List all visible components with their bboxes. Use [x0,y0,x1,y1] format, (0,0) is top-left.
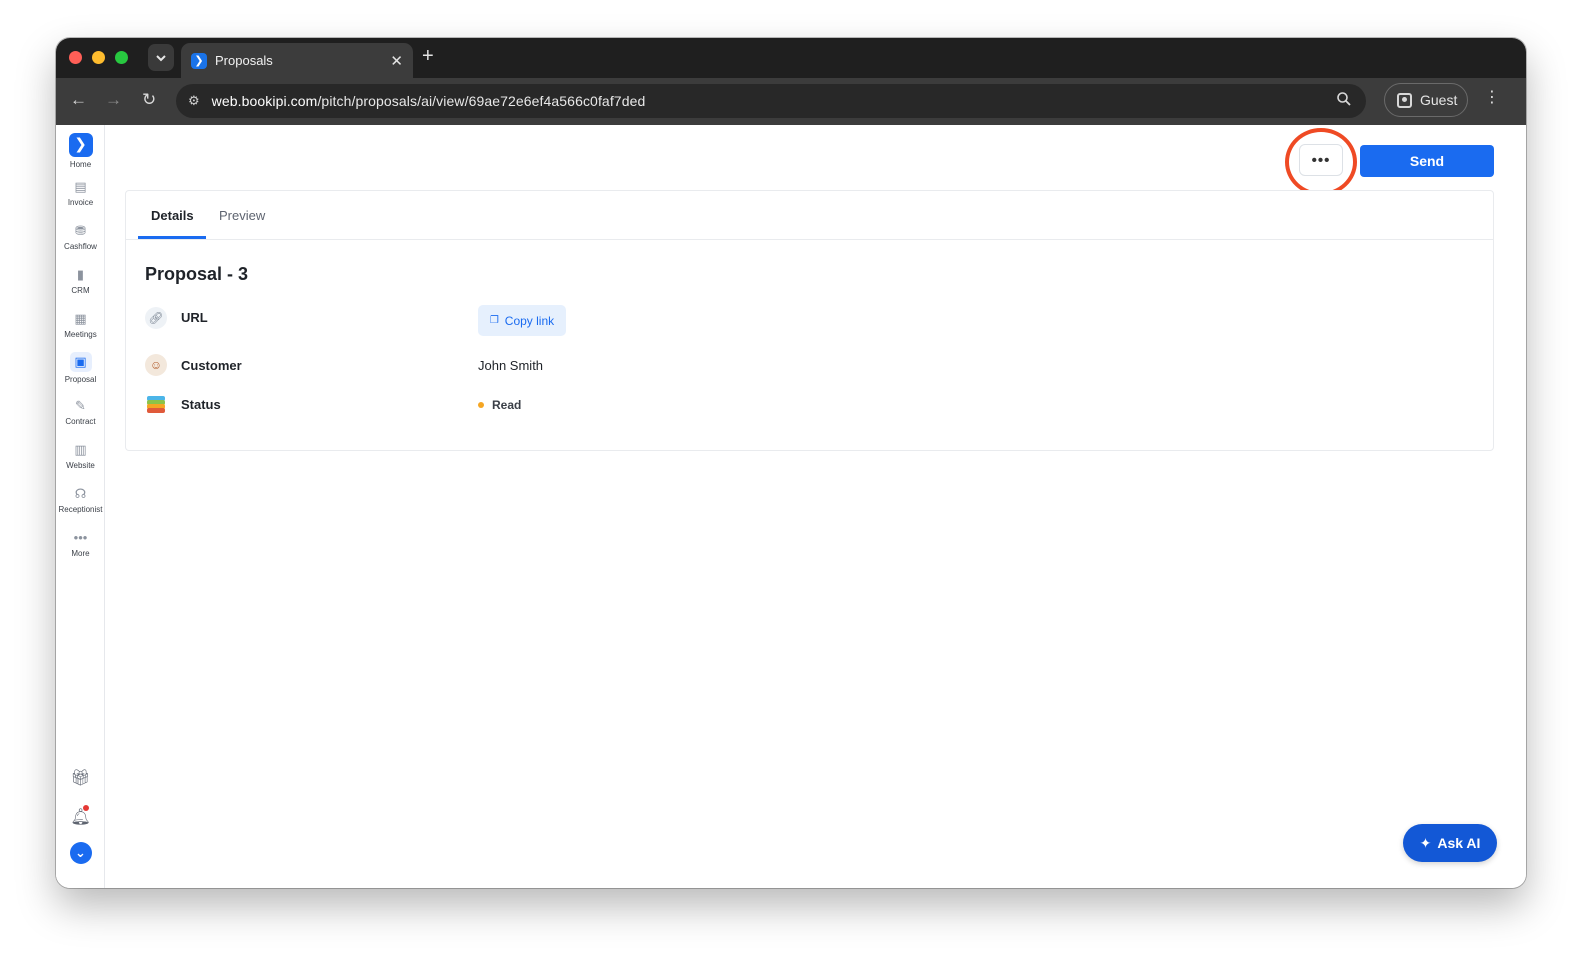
send-button[interactable]: Send [1360,145,1494,177]
tab-title: Proposals [215,53,273,68]
tab-preview[interactable]: Preview [219,208,265,223]
sidebar-label: Receptionist [58,505,103,514]
link-icon: 🔗︎ [145,307,167,329]
customer-avatar-icon: ☺ [145,354,167,376]
tab-strip: ❯ Proposals ✕ + [56,38,1526,78]
tab-close-icon[interactable]: ✕ [390,52,403,70]
browser-window: ❯ Proposals ✕ + ← → ↻ ⚙ web.bookipi.com/… [56,38,1526,888]
sidebar: ❯ Home ▤ Invoice ⛃ Cashflow ▮ CRM ▦ Meet… [56,125,105,888]
sidebar-item-website[interactable]: ▥ Website [56,442,105,470]
gift-icon[interactable]: 🎁︎ [56,768,105,788]
maximize-window-button[interactable] [115,51,128,64]
proposal-title: Proposal - 3 [145,264,249,284]
profile-icon [1397,92,1412,108]
site-info-icon[interactable]: ⚙ [188,93,200,109]
url-text: web.bookipi.com/pitch/proposals/ai/view/… [212,93,646,109]
sidebar-label: CRM [71,286,90,295]
notification-dot [83,805,89,811]
sidebar-item-more[interactable]: ••• More [56,530,105,558]
status-layers-icon [145,394,167,416]
copy-link-label: Copy link [504,313,555,328]
sidebar-item-proposal[interactable]: ▣ Proposal [56,352,105,384]
headset-icon: ☊ [74,486,87,501]
active-tab-indicator [138,236,206,239]
notifications-bell-icon[interactable]: 🔔︎ [56,805,105,827]
customer-label: Customer [181,358,242,373]
sidebar-label: Home [69,160,92,169]
sidebar-item-crm[interactable]: ▮ CRM [56,267,105,295]
proposal-icon: ▣ [69,352,92,372]
invoice-icon: ▤ [74,179,87,194]
calendar-icon: ▦ [74,311,87,326]
sidebar-label: Proposal [64,375,97,384]
proposal-tabs: Details Preview [126,191,1493,240]
sidebar-item-contract[interactable]: ✎ Contract [56,398,105,426]
sidebar-label: Cashflow [64,242,97,251]
sidebar-label: Meetings [64,330,97,339]
url-label: URL [181,310,208,325]
url-path: /pitch/proposals/ai/view/69ae72e6ef4a566… [317,93,646,109]
status-dot [478,402,484,408]
close-window-button[interactable] [69,51,82,64]
sidebar-item-meetings[interactable]: ▦ Meetings [56,311,105,339]
more-dots-icon: ••• [73,530,88,545]
browser-tab[interactable]: ❯ Proposals ✕ [181,43,413,78]
app-page: ❯ Home ▤ Invoice ⛃ Cashflow ▮ CRM ▦ Meet… [56,125,1526,888]
bookipi-logo-icon: ❯ [68,133,93,157]
url-host: web.bookipi.com [211,93,318,109]
status-badge: Read [478,398,521,412]
crm-chart-icon: ▮ [76,267,85,282]
reload-icon[interactable]: ↻ [142,91,156,109]
proposal-card: Details Preview Proposal - 3 🔗︎ URL ❐ Co… [125,190,1494,451]
minimize-window-button[interactable] [92,51,105,64]
customer-value: John Smith [478,358,544,373]
ask-ai-label: Ask AI [1437,835,1481,851]
help-center-button[interactable]: ⌄ [56,842,105,864]
website-icon: ▥ [74,442,87,457]
browser-menu-icon[interactable]: ⋮ [1484,90,1500,106]
bookipi-favicon-icon: ❯ [191,52,207,69]
zoom-icon[interactable] [1336,91,1352,107]
forward-arrow-icon[interactable]: → [105,91,122,109]
browser-toolbar: ← → ↻ ⚙ web.bookipi.com/pitch/proposals/… [56,78,1526,125]
sidebar-item-cashflow[interactable]: ⛃ Cashflow [56,223,105,251]
status-label: Status [181,397,221,412]
copy-icon: ❐ [489,315,499,326]
sidebar-item-invoice[interactable]: ▤ Invoice [56,179,105,207]
contract-icon: ✎ [75,398,86,413]
sidebar-label: Website [66,461,95,470]
help-chevron-icon: ⌄ [69,842,92,864]
sidebar-item-home[interactable]: ❯ Home [56,133,105,169]
sidebar-label: Invoice [67,198,94,207]
new-tab-icon[interactable]: + [422,46,434,66]
sidebar-label: Contract [65,417,96,426]
tab-search-button[interactable] [148,44,174,71]
copy-link-button[interactable]: ❐ Copy link [478,305,566,336]
sidebar-label: More [71,549,90,558]
ask-ai-button[interactable]: ✦ Ask AI [1403,824,1497,862]
profile-label: Guest [1420,92,1458,108]
sidebar-item-receptionist[interactable]: ☊ Receptionist [56,486,105,514]
status-value: Read [492,398,522,412]
sparkle-icon: ✦ [1419,834,1432,851]
tab-details[interactable]: Details [151,208,194,223]
back-arrow-icon[interactable]: ← [70,91,87,109]
highlight-ring-annotation [1285,128,1357,196]
chevron-down-icon [156,54,166,61]
address-bar[interactable]: ⚙ web.bookipi.com/pitch/proposals/ai/vie… [176,84,1366,118]
cashflow-icon: ⛃ [75,223,86,238]
profile-button[interactable]: Guest [1384,83,1468,117]
